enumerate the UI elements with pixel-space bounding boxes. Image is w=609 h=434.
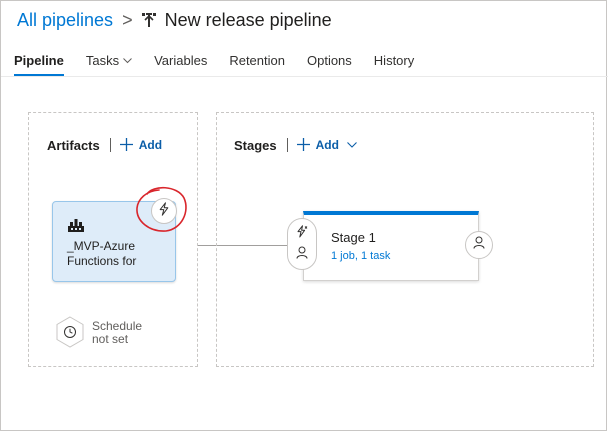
- plus-icon: [119, 138, 133, 152]
- divider: [109, 138, 111, 152]
- stages-header: Stages Add: [234, 135, 357, 155]
- tab-label: Retention: [229, 53, 285, 68]
- chevron-down-icon: [347, 140, 357, 151]
- schedule-label: Schedule not set: [92, 320, 142, 346]
- stages-title: Stages: [234, 137, 277, 153]
- schedule-line2: not set: [92, 332, 129, 346]
- tab-label: History: [373, 53, 415, 68]
- post-deployment-conditions-button[interactable]: [465, 231, 493, 259]
- schedule-button[interactable]: [55, 316, 85, 348]
- build-artifact-icon: [67, 217, 85, 233]
- tab-retention[interactable]: Retention: [229, 51, 285, 71]
- tab-bar: Pipeline Tasks Variables Retention Optio…: [14, 51, 436, 76]
- all-pipelines-link[interactable]: All pipelines: [17, 10, 113, 31]
- artifacts-title: Artifacts: [47, 137, 100, 153]
- continuous-deployment-trigger-button[interactable]: [151, 198, 177, 224]
- divider: [286, 138, 288, 152]
- person-icon: [473, 236, 485, 254]
- tab-divider: [1, 76, 608, 77]
- artifact-name: _MVP-Azure Functions for: [67, 239, 136, 269]
- breadcrumb-separator: >: [122, 9, 133, 30]
- breadcrumb: All pipelines > New release pipeline: [17, 7, 332, 33]
- release-pipeline-editor: All pipelines > New release pipeline Pip…: [0, 0, 608, 431]
- add-stage-button[interactable]: Add: [296, 138, 357, 152]
- person-icon: [296, 246, 308, 264]
- add-label: Add: [138, 138, 163, 152]
- tab-history[interactable]: History: [374, 51, 414, 71]
- artifact-name-line2: Functions for: [67, 254, 137, 268]
- tab-options[interactable]: Options: [307, 51, 352, 71]
- tab-label: Options: [306, 53, 352, 68]
- lightning-icon: [296, 224, 308, 243]
- tab-label: Pipeline: [14, 53, 64, 68]
- pipeline-icon: [141, 12, 157, 28]
- stage-name[interactable]: Stage 1: [331, 230, 376, 245]
- tab-variables[interactable]: Variables: [154, 51, 207, 71]
- page-title: New release pipeline: [164, 9, 332, 30]
- add-label: Add: [315, 138, 339, 152]
- stage-card[interactable]: [303, 211, 479, 281]
- artifacts-header: Artifacts Add: [47, 135, 162, 155]
- chevron-down-icon: [123, 53, 132, 69]
- tab-tasks[interactable]: Tasks: [86, 51, 132, 71]
- lightning-icon: [158, 201, 170, 221]
- stage-jobs-link[interactable]: 1 job, 1 task: [331, 250, 390, 262]
- add-artifact-button[interactable]: Add: [119, 138, 163, 152]
- tab-label: Variables: [154, 53, 208, 68]
- plus-icon: [296, 138, 310, 152]
- pre-deployment-conditions-button[interactable]: [287, 218, 317, 270]
- tab-pipeline[interactable]: Pipeline: [14, 51, 64, 76]
- tab-label: Tasks: [85, 53, 120, 68]
- artifact-name-line1: _MVP-Azure: [67, 239, 136, 253]
